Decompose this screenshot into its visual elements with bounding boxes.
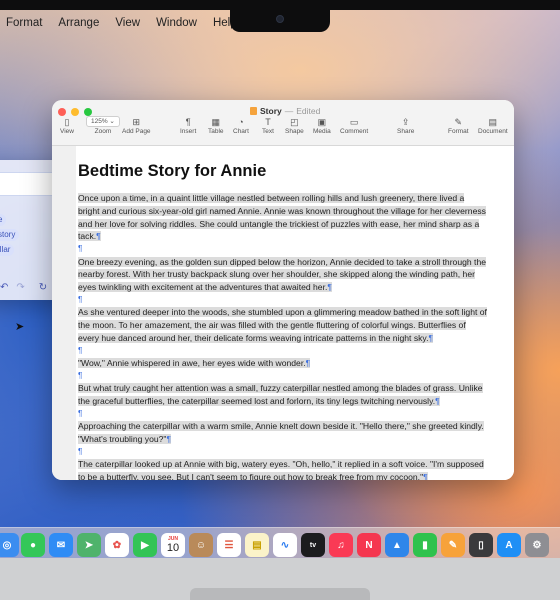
text-button[interactable]: T Text: [262, 116, 274, 135]
news-icon[interactable]: N: [357, 533, 381, 557]
paragraph[interactable]: One breezy evening, as the golden sun di…: [78, 256, 488, 294]
pilcrow-mark: ¶: [78, 244, 83, 254]
media-icon: ▣: [317, 117, 327, 127]
window-controls: [58, 108, 92, 116]
undo-icon[interactable]: ↶: [0, 282, 8, 293]
contacts-icon[interactable]: ☺: [189, 533, 213, 557]
refresh-icon[interactable]: ↻: [39, 282, 47, 293]
shape-icon: ◰: [290, 117, 299, 127]
dock: ◎ ● ✉ ➤ ✿ ▶ JUN 10 ☺ ☰ ▤ ∿ tv ♫ N ▲ ▮ ✎ …: [0, 527, 560, 558]
document-body[interactable]: Once upon a time, in a quaint little vil…: [78, 192, 488, 480]
suggestion-chip[interactable]: illar: [0, 244, 15, 256]
zoom-button[interactable]: [84, 108, 92, 116]
safari-icon[interactable]: ◎: [0, 533, 19, 557]
document-name: Story: [260, 106, 282, 116]
menu-arrange[interactable]: Arrange: [58, 17, 99, 29]
view-button[interactable]: ▯ View: [60, 116, 74, 135]
paragraph[interactable]: "Wow," Annie whispered in awe, her eyes …: [78, 357, 488, 370]
paragraph[interactable]: Approaching the caterpillar with a warm …: [78, 420, 488, 446]
chart-icon: ◔: [238, 117, 244, 127]
comment-button[interactable]: ▭ Comment: [340, 116, 368, 135]
menu-view[interactable]: View: [115, 17, 140, 29]
paragraph[interactable]: Once upon a time, in a quaint little vil…: [78, 192, 488, 243]
document-icon: [250, 107, 257, 115]
shape-button[interactable]: ◰ Shape: [285, 116, 304, 135]
hinge-notch: [190, 588, 370, 600]
mail-icon[interactable]: ✉: [49, 533, 73, 557]
share-icon: ⇪: [401, 117, 410, 127]
menu-format[interactable]: Format: [6, 17, 42, 29]
table-button[interactable]: ▦ Table: [208, 116, 224, 135]
comment-icon: ▭: [349, 117, 359, 127]
facetime-icon[interactable]: ▶: [133, 533, 157, 557]
pilcrow-mark: ¶: [78, 370, 83, 380]
desktop-screen: Format Arrange View Window Help e story …: [0, 10, 560, 558]
document-icon: ▤: [488, 117, 498, 127]
close-button[interactable]: [58, 108, 66, 116]
window-title: Story — Edited: [250, 106, 320, 116]
insert-button[interactable]: ¶ Insert: [180, 116, 196, 135]
paragraph[interactable]: The caterpillar looked up at Annie with …: [78, 458, 488, 480]
laptop-base: [0, 558, 560, 600]
mouse-pointer-icon: ➤: [15, 321, 25, 333]
keynote-icon[interactable]: ▲: [385, 533, 409, 557]
format-button[interactable]: ✎ Format: [448, 116, 469, 135]
pages-icon[interactable]: ✎: [441, 533, 465, 557]
reminders-icon[interactable]: ☰: [217, 533, 241, 557]
redo-icon[interactable]: ↷: [16, 282, 24, 293]
suggestion-chip[interactable]: story: [0, 229, 20, 241]
document-margin: [52, 146, 76, 480]
maps-icon[interactable]: ➤: [77, 533, 101, 557]
calendar-icon[interactable]: JUN 10: [161, 533, 185, 557]
insert-icon: ¶: [185, 117, 191, 127]
chart-button[interactable]: ◔ Chart: [233, 116, 249, 135]
edited-status: Edited: [296, 106, 321, 116]
sidebar-icon: ▯: [64, 117, 70, 127]
laptop-bezel: Format Arrange View Window Help e story …: [0, 0, 560, 600]
music-icon[interactable]: ♫: [329, 533, 353, 557]
document-page[interactable]: Bedtime Story for Annie Once upon a time…: [76, 146, 514, 480]
text-icon: T: [265, 117, 271, 127]
share-button[interactable]: ⇪ Share: [397, 116, 414, 135]
pages-window: Story — Edited ▯ View 125% ⌄ Zoom ⊞ Add …: [52, 100, 514, 480]
title-separator: —: [284, 106, 294, 116]
menu-window[interactable]: Window: [156, 17, 197, 29]
paragraph[interactable]: But what truly caught her attention was …: [78, 382, 488, 408]
iphone-mirroring-icon[interactable]: ▯: [469, 533, 493, 557]
pilcrow-mark: ¶: [78, 294, 83, 304]
tv-icon[interactable]: tv: [301, 533, 325, 557]
numbers-icon[interactable]: ▮: [413, 533, 437, 557]
media-button[interactable]: ▣ Media: [313, 116, 331, 135]
pilcrow-mark: ¶: [78, 345, 83, 355]
suggestion-chip[interactable]: e: [0, 214, 7, 226]
pilcrow-mark: ¶: [78, 446, 83, 456]
zoom-control[interactable]: 125% ⌄ Zoom: [86, 116, 120, 135]
freeform-icon[interactable]: ∿: [273, 533, 297, 557]
zoom-value: 125% ⌄: [86, 116, 120, 127]
document-title[interactable]: Bedtime Story for Annie: [78, 162, 266, 181]
add-page-icon: ⊞: [132, 117, 141, 127]
messages-icon[interactable]: ●: [21, 533, 45, 557]
minimize-button[interactable]: [71, 108, 79, 116]
photos-icon[interactable]: ✿: [105, 533, 129, 557]
table-icon: ▦: [211, 117, 221, 127]
document-button[interactable]: ▤ Document: [478, 116, 508, 135]
add-page-button[interactable]: ⊞ Add Page: [122, 116, 151, 135]
camera-notch: [230, 10, 330, 32]
title-bar: Story — Edited ▯ View 125% ⌄ Zoom ⊞ Add …: [52, 100, 514, 146]
paintbrush-icon: ✎: [454, 117, 463, 127]
calendar-day: 10: [166, 542, 180, 554]
camera-icon: [276, 15, 284, 23]
paragraph[interactable]: As she ventured deeper into the woods, s…: [78, 306, 488, 344]
notes-icon[interactable]: ▤: [245, 533, 269, 557]
app-store-icon[interactable]: A: [497, 533, 521, 557]
system-settings-icon[interactable]: ⚙: [525, 533, 549, 557]
pilcrow-mark: ¶: [78, 408, 83, 418]
